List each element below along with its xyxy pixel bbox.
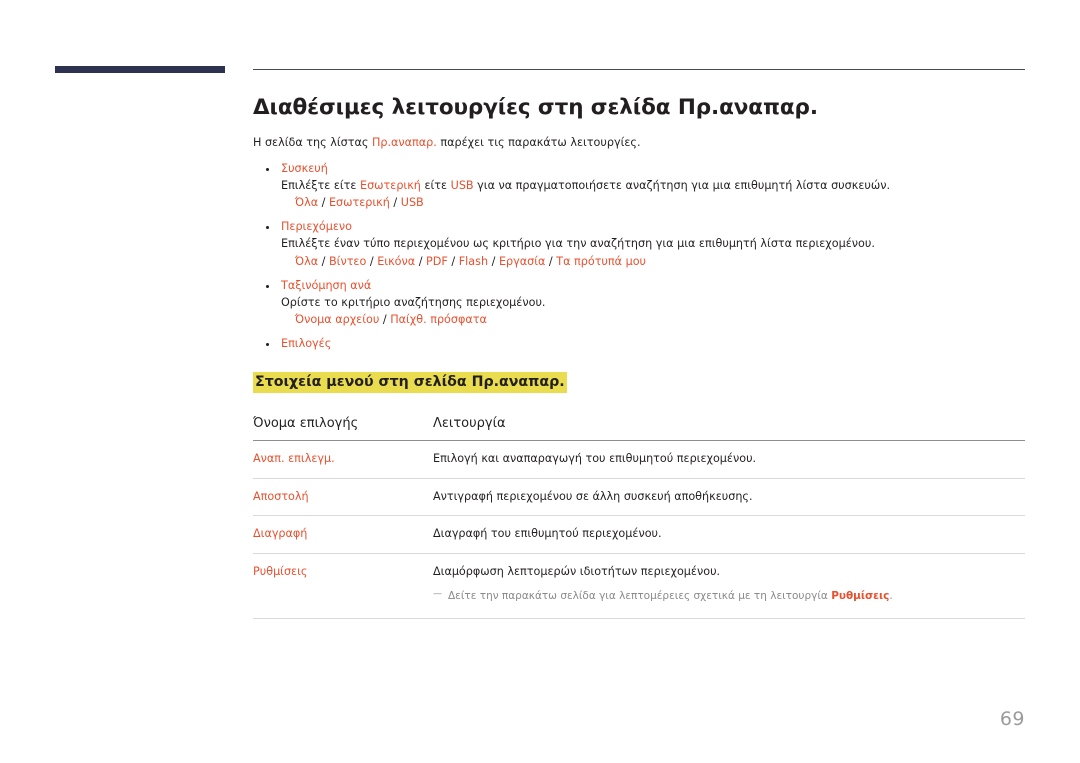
- list-item: Επιλογές: [253, 336, 1025, 352]
- list-item: Ταξινόμηση ανά Ορίστε το κριτήριο αναζήτ…: [253, 278, 1025, 330]
- feature-label-sortby: Ταξινόμηση ανά: [281, 278, 372, 292]
- option-value: Τα πρότυπά μου: [556, 254, 647, 268]
- desc-text-before: Επιλέξτε είτε: [281, 178, 361, 192]
- cell-function: Επιλογή και αναπαραγωγή του επιθυμητού π…: [433, 440, 1025, 479]
- cell-option-name: Αποστολή: [253, 478, 433, 517]
- feature-label-options: Επιλογές: [281, 337, 332, 351]
- table-header-row: Όνομα επιλογής Λειτουργία: [253, 416, 1025, 441]
- section-heading-highlighted: Στοιχεία μενού στη σελίδα Πρ.αναπαρ.: [253, 372, 567, 394]
- option-value: Όλα: [295, 254, 319, 268]
- cell-function: Διαγραφή του επιθυμητού περιεχομένου.: [433, 515, 1025, 555]
- cell-function-settings: Διαμόρφωση λεπτομερών ιδιοτήτων περιεχομ…: [433, 553, 1025, 619]
- cell-option-name: Ρυθμίσεις: [253, 553, 433, 619]
- menu-items-table: Όνομα επιλογής Λειτουργία Αναπ. επιλεγμ.…: [253, 416, 1025, 619]
- note-text-after: .: [889, 589, 893, 602]
- column-header-option-name: Όνομα επιλογής: [253, 415, 359, 431]
- header-divider: [253, 69, 1025, 70]
- feature-options-content: Όλα / Βίντεο / Εικόνα / PDF / Flash / Ερ…: [295, 254, 647, 268]
- option-value: Όλα: [295, 196, 319, 210]
- page-number-container: 69: [0, 708, 1025, 730]
- cell-function-text: Διαμόρφωση λεπτομερών ιδιοτήτων περιεχομ…: [433, 565, 721, 579]
- intro-paragraph: Η σελίδα της λίστας Πρ.αναπαρ. παρέχει τ…: [253, 135, 1025, 152]
- feature-options-sortby: Όνομα αρχείου / Παίχθ. πρόσφατα: [295, 313, 487, 327]
- intro-accent-term: Πρ.αναπαρ.: [371, 135, 437, 149]
- table-body: Αναπ. επιλεγμ. Επιλογή και αναπαραγωγή τ…: [253, 440, 1025, 619]
- option-value: USB: [400, 196, 424, 210]
- cell-option-name: Αναπ. επιλεγμ.: [253, 440, 433, 479]
- feature-description-content: Επιλέξτε έναν τύπο περιεχομένου ως κριτή…: [281, 237, 875, 251]
- desc-text-middle: είτε: [420, 178, 451, 192]
- feature-label-device: Συσκευή: [281, 161, 328, 175]
- option-value: Flash: [458, 254, 489, 268]
- option-value: Όνομα αρχείου: [295, 313, 380, 327]
- feature-description-device: Επιλέξτε είτε Εσωτερική είτε USB για να …: [281, 177, 1025, 194]
- cell-function: Αντιγραφή περιεχομένου σε άλλη συσκευή α…: [433, 478, 1025, 517]
- option-value: Εργασία: [498, 254, 546, 268]
- intro-text-after: παρέχει τις παρακάτω λειτουργίες.: [436, 135, 641, 149]
- desc-accent-internal: Εσωτερική: [360, 178, 421, 192]
- feature-options-device: Όλα / Εσωτερική / USB: [295, 196, 424, 210]
- table-row: Αναπ. επιλεγμ. Επιλογή και αναπαραγωγή τ…: [253, 440, 1025, 479]
- list-item: Περιεχόμενο Επιλέξτε έναν τύπο περιεχομέ…: [253, 219, 1025, 271]
- desc-accent-usb: USB: [450, 178, 474, 192]
- intro-text-before: Η σελίδα της λίστας: [253, 135, 372, 149]
- list-item: Συσκευή Επιλέξτε είτε Εσωτερική είτε USB…: [253, 161, 1025, 213]
- table-row: Αποστολή Αντιγραφή περιεχομένου σε άλλη …: [253, 478, 1025, 517]
- section-heading-container: Στοιχεία μενού στη σελίδα Πρ.αναπαρ.: [253, 371, 1025, 394]
- table-header: Όνομα επιλογής Λειτουργία: [253, 416, 1025, 441]
- note-accent-term: Ρυθμίσεις: [831, 589, 890, 602]
- feature-list: Συσκευή Επιλέξτε είτε Εσωτερική είτε USB…: [253, 161, 1025, 353]
- option-value: Εσωτερική: [328, 196, 390, 210]
- note-text-before: Δείτε την παρακάτω σελίδα για λεπτομέρει…: [448, 589, 832, 602]
- table-row: Ρυθμίσεις Διαμόρφωση λεπτομερών ιδιοτήτω…: [253, 553, 1025, 619]
- page-number: 69: [999, 708, 1025, 730]
- option-value: Βίντεο: [328, 254, 367, 268]
- document-page: Διαθέσιμες λειτουργίες στη σελίδα Πρ.ανα…: [0, 0, 1080, 763]
- feature-description-sortby: Ορίστε το κριτήριο αναζήτησης περιεχομέν…: [281, 295, 546, 309]
- option-value: Εικόνα: [377, 254, 416, 268]
- option-value: Παίχθ. πρόσφατα: [390, 313, 487, 327]
- note-reference: Δείτε την παρακάτω σελίδα για λεπτομέρει…: [433, 588, 1025, 605]
- feature-label-content: Περιεχόμενο: [281, 220, 352, 234]
- cell-option-name: Διαγραφή: [253, 515, 433, 555]
- desc-text-after: για να πραγματοποιήσετε αναζήτηση για μι…: [473, 178, 891, 192]
- table-row: Διαγραφή Διαγραφή του επιθυμητού περιεχο…: [253, 515, 1025, 555]
- brand-rule-decoration: [55, 66, 225, 73]
- page-content: Διαθέσιμες λειτουργίες στη σελίδα Πρ.ανα…: [253, 95, 1025, 619]
- page-title: Διαθέσιμες λειτουργίες στη σελίδα Πρ.ανα…: [253, 95, 818, 120]
- column-header-function: Λειτουργία: [433, 415, 506, 431]
- option-value: PDF: [426, 254, 448, 268]
